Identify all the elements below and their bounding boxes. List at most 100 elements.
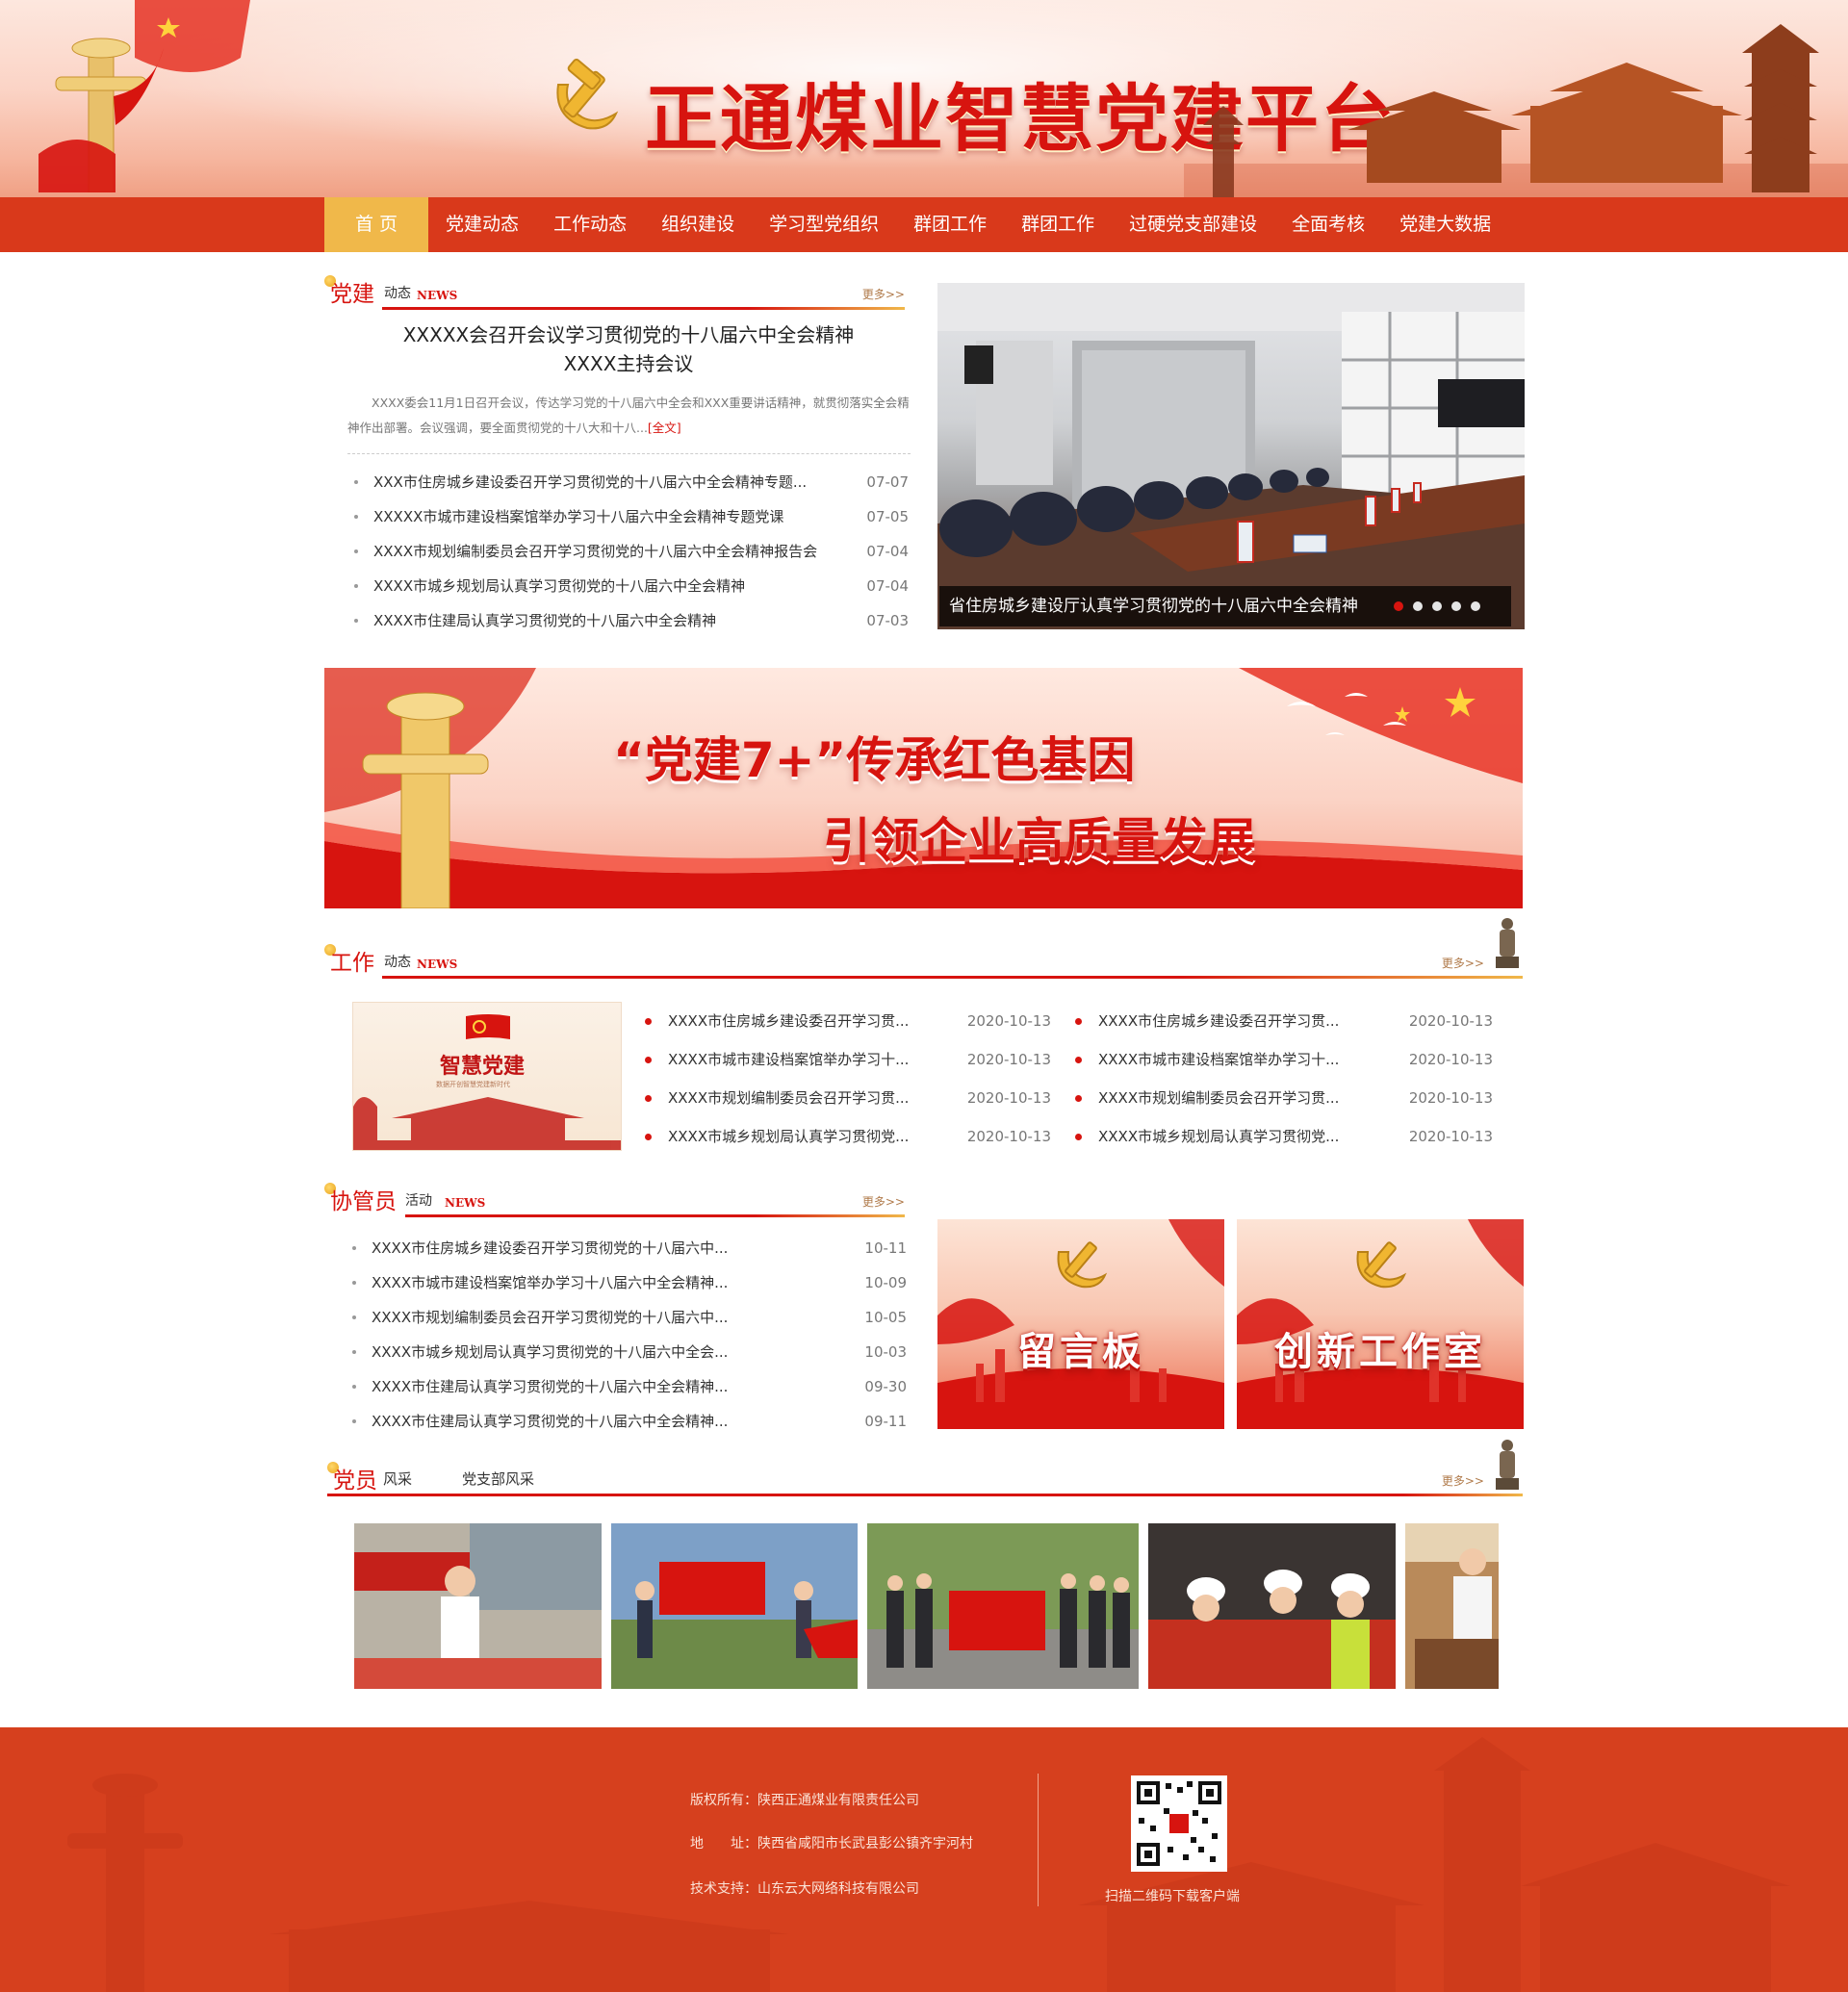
slide-dot-5[interactable] (1471, 601, 1480, 611)
slide-dot-4[interactable] (1451, 601, 1461, 611)
news-date: 10-09 (864, 1274, 907, 1291)
terracotta-warrior-icon (1496, 1440, 1519, 1490)
list-item[interactable]: XXXX市规划编制委员会召开学习贯... 2020-10-13 (645, 1079, 1051, 1117)
list-item[interactable]: XXX市住房城乡建设委召开学习贯彻党的十八届六中全会精神专题... 07-07 (354, 465, 909, 499)
nav-item-home[interactable]: 首 页 (324, 197, 429, 252)
more-link[interactable]: 更多>> (1442, 1472, 1484, 1489)
work-news-heading: 工作 动态 NEWS 更多>> (324, 940, 1523, 979)
list-item[interactable]: XXXX市规划编制委员会召开学习贯彻党的十八届六中全会精神报告会 07-04 (354, 534, 909, 569)
news-date: 07-03 (866, 612, 909, 629)
news-title: XXXX市规划编制委员会召开学习贯彻党的十八届六中全会精神报告会 (373, 543, 818, 560)
heading-big-text[interactable]: 党员 (333, 1462, 377, 1494)
news-title: XXXX市城市建设档案馆举办学习十八届六中全会精神... (372, 1274, 729, 1291)
feature-news-title[interactable]: XXXXX会召开会议学习贯彻党的十八届六中全会精神 XXXX主持会议 (345, 320, 912, 378)
news-date: 2020-10-13 (966, 1012, 1051, 1030)
list-item[interactable]: XXXX市住房城乡建设委召开学习贯... 2020-10-13 (645, 1002, 1051, 1040)
member-photo-2[interactable] (611, 1523, 858, 1689)
slideshow-caption: 省住房城乡建设厅认真学习贯彻党的十八届六中全会精神 (949, 597, 1358, 616)
meeting-room-photo (937, 283, 1525, 629)
nav-item-work-news[interactable]: 工作动态 (536, 197, 644, 252)
member-photo-3[interactable] (867, 1523, 1139, 1689)
nav-item-organization[interactable]: 组织建设 (644, 197, 752, 252)
bullet-icon (352, 1281, 356, 1285)
slide-dot-2[interactable] (1413, 601, 1423, 611)
heading-small-text: 风采 (383, 1470, 413, 1488)
list-item[interactable]: XXXX市城乡规划局认真学习贯彻党... 2020-10-13 (645, 1117, 1051, 1156)
news-title: XXXX市城乡规划局认真学习贯彻党... (1098, 1128, 1340, 1145)
news-slideshow[interactable] (937, 283, 1525, 629)
red-bullet-icon (645, 1057, 652, 1063)
news-date: 07-07 (866, 473, 909, 491)
nav-item-party-news[interactable]: 党建动态 (428, 197, 536, 252)
list-item[interactable]: XXXX市城市建设档案馆举办学习十八届六中全会精神... 10-09 (352, 1265, 907, 1300)
nav-item-branch-building[interactable]: 过硬党支部建设 (1112, 197, 1274, 252)
feature-title-line1: XXXXX会召开会议学习贯彻党的十八届六中全会精神 (402, 323, 855, 346)
message-board-tile[interactable]: 留言板 (937, 1219, 1224, 1429)
tile-label: 留言板 (1017, 1330, 1144, 1374)
news-date: 2020-10-13 (966, 1089, 1051, 1107)
bullet-icon (352, 1350, 356, 1354)
list-item[interactable]: XXXX市规划编制委员会召开学习贯彻党的十八届六中... 10-05 (352, 1300, 907, 1335)
list-item[interactable]: XXXX市城乡规划局认真学习贯彻党... 2020-10-13 (1075, 1117, 1493, 1156)
news-title: XXXX市住建局认真学习贯彻党的十八届六中全会精神 (373, 612, 717, 629)
news-date: 09-11 (864, 1413, 907, 1430)
list-item[interactable]: XXXXX市城市建设档案馆举办学习十八届六中全会精神专题党课 07-05 (354, 499, 909, 534)
bullet-icon (352, 1385, 356, 1389)
list-item[interactable]: XXXX市城乡规划局认真学习贯彻党的十八届六中全会... 10-03 (352, 1335, 907, 1369)
photo-volunteer-booth (354, 1523, 602, 1689)
member-photo-1[interactable] (354, 1523, 602, 1689)
heading-big-text: 工作 (330, 951, 374, 976)
party-news-heading: 党建 动态 NEWS 更多>> (324, 271, 905, 310)
main-nav: 首 页 党建动态 工作动态 组织建设 学习型党组织 群团工作 群团工作 过硬党支… (0, 197, 1848, 252)
nav-item-mass-work[interactable]: 群团工作 (896, 197, 1004, 252)
member-photo-4[interactable] (1148, 1523, 1396, 1689)
photo-speaker (1405, 1523, 1499, 1689)
news-title: XXXX市城乡规划局认真学习贯彻党的十八届六中全会精神 (373, 577, 746, 595)
heading-rule (382, 976, 1523, 979)
news-date: 2020-10-13 (966, 1051, 1051, 1068)
red-bullet-icon (1075, 1134, 1082, 1140)
full-text-link[interactable]: [全文] (648, 421, 681, 435)
list-item[interactable]: XXXX市住房城乡建设委召开学习贯彻党的十八届六中... 10-11 (352, 1231, 907, 1265)
list-item[interactable]: XXXX市住建局认真学习贯彻党的十八届六中全会精神 07-03 (354, 603, 909, 638)
news-title: XXXX市住房城乡建设委召开学习贯... (1098, 1012, 1340, 1030)
member-photo-5[interactable] (1405, 1523, 1499, 1689)
party-news-list: XXX市住房城乡建设委召开学习贯彻党的十八届六中全会精神专题... 07-07 X… (354, 465, 909, 638)
red-bullet-icon (645, 1134, 652, 1140)
nav-item-mass-work-2[interactable]: 群团工作 (1004, 197, 1112, 252)
qr-code-icon[interactable] (1131, 1775, 1227, 1872)
red-bullet-icon (1075, 1095, 1082, 1102)
work-news-thumbnail[interactable]: 智慧党建 数据开创智慧党建新时代 (352, 1002, 622, 1151)
heading-small-text: 活动 (405, 1193, 432, 1209)
bullet-icon (354, 515, 358, 519)
list-item[interactable]: XXXX市规划编制委员会召开学习贯... 2020-10-13 (1075, 1079, 1493, 1117)
innovation-studio-tile[interactable]: 创新工作室 (1237, 1219, 1524, 1429)
more-link[interactable]: 更多>> (1442, 955, 1484, 971)
nav-items: 首 页 党建动态 工作动态 组织建设 学习型党组织 群团工作 群团工作 过硬党支… (324, 197, 1508, 252)
qr-code-graphic (1135, 1779, 1223, 1868)
more-link[interactable]: 更多>> (862, 286, 905, 302)
list-item[interactable]: XXXX市城市建设档案馆举办学习十... 2020-10-13 (645, 1040, 1051, 1079)
list-item[interactable]: XXXX市住建局认真学习贯彻党的十八届六中全会精神... 09-30 (352, 1369, 907, 1404)
feature-divider (347, 453, 911, 454)
promo-banner[interactable]: “党建7+”传承红色基因 引领企业高质量发展 (324, 668, 1523, 908)
slide-dot-3[interactable] (1432, 601, 1442, 611)
photo-tree-planting (611, 1523, 858, 1689)
nav-item-big-data[interactable]: 党建大数据 (1382, 197, 1508, 252)
more-link[interactable]: 更多>> (862, 1193, 905, 1210)
nav-item-assessment[interactable]: 全面考核 (1274, 197, 1382, 252)
slide-dot-1[interactable] (1394, 601, 1403, 611)
red-bullet-icon (645, 1018, 652, 1025)
news-title: XXXX市住房城乡建设委召开学习贯... (668, 1012, 910, 1030)
list-item[interactable]: XXXX市城乡规划局认真学习贯彻党的十八届六中全会精神 07-04 (354, 569, 909, 603)
news-date: 07-04 (866, 577, 909, 595)
party-emblem-icon (556, 58, 619, 130)
tab-branch-style[interactable]: 党支部风采 (462, 1468, 534, 1489)
news-title: XXXX市住建局认真学习贯彻党的十八届六中全会精神... (372, 1378, 729, 1395)
list-item[interactable]: XXXX市住建局认真学习贯彻党的十八届六中全会精神... 09-11 (352, 1404, 907, 1439)
heading-small-text: 动态 (384, 286, 411, 301)
list-item[interactable]: XXXX市城市建设档案馆举办学习十... 2020-10-13 (1075, 1040, 1493, 1079)
nav-item-learning-org[interactable]: 学习型党组织 (752, 197, 896, 252)
list-item[interactable]: XXXX市住房城乡建设委召开学习贯... 2020-10-13 (1075, 1002, 1493, 1040)
footer-landmarks-decoration (67, 1737, 1790, 1992)
